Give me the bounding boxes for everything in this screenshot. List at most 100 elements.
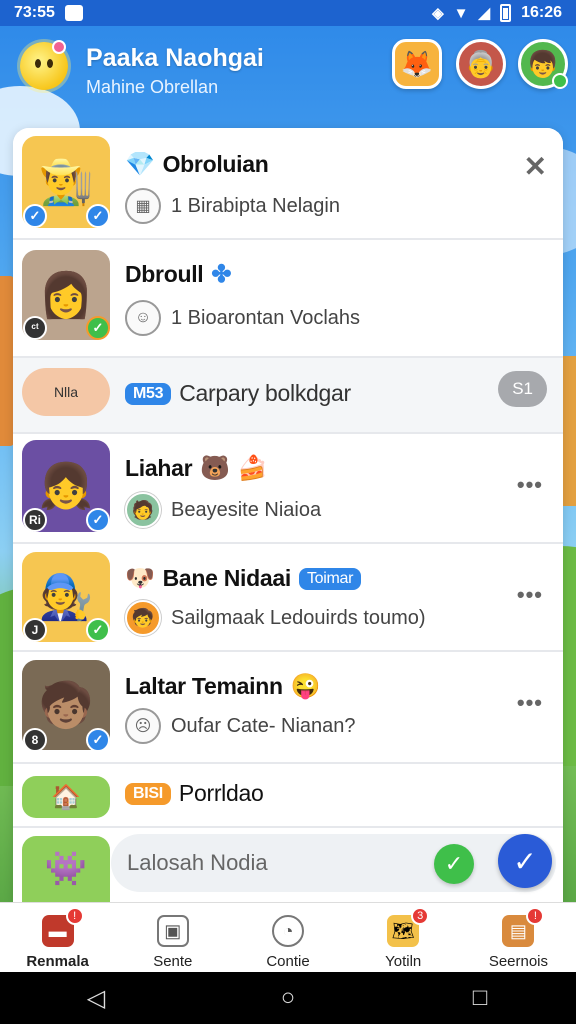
dog-icon: 🐶 [125, 565, 155, 592]
notification-dot-icon [52, 40, 66, 54]
grandma-avatar[interactable]: 👵 [456, 39, 506, 89]
nav-label: Renmala [26, 953, 89, 970]
header-title: Paaka Naohgai [86, 44, 264, 72]
chat-subtitle-text: 1 Bioarontan Voclahs [171, 306, 361, 329]
chat-subtitle-text: 1 Birabipta Nelagin [171, 194, 340, 217]
status-icons: ◈ ▼ ◢ 16:26 [432, 4, 562, 22]
more-options-button[interactable]: ••• [517, 582, 543, 608]
thumbnail-label: Nlla [53, 384, 79, 400]
nav-item-yotiln[interactable]: 🗺 3 Yotiln [346, 903, 461, 972]
avatar-mini-badge: ᶜᵗ [23, 316, 47, 340]
nav-label: Seernois [488, 953, 549, 970]
nav-item-sente[interactable]: ▣ Sente [115, 903, 230, 972]
map-face-icon: 🗺 3 [387, 907, 430, 947]
online-status-icon [552, 73, 568, 89]
badge-pill: BISI [125, 782, 171, 805]
nav-label: Yotiln [385, 953, 422, 970]
chat-title-text: Laltar Temainn [125, 673, 283, 699]
chat-subtitle: 🧑 Beayesite Niaioa [125, 492, 321, 528]
chat-list: 👨‍🌾 ✓ ✓ 💎 Obroluian ▦ 1 Birabipta Nelagi… [13, 128, 563, 902]
message-input[interactable] [127, 850, 427, 876]
nav-badge: 3 [411, 907, 430, 925]
fox-avatar[interactable]: 🦊 [392, 39, 442, 89]
vibrate-icon: ◈ [432, 5, 444, 22]
signal-icon: ◢ [478, 5, 491, 22]
wifi-icon: ▼ [453, 4, 469, 22]
count-tag[interactable]: S1 [498, 371, 547, 407]
chat-subtitle-text: Oufar Cate- Nianan? [171, 714, 356, 737]
boy-avatar[interactable]: 👦 [518, 39, 568, 89]
bottom-navigation: ▬ ! Renmala ▣ Sente ◔ Contie 🗺 3 Yotiln … [0, 902, 576, 972]
nav-item-seernois[interactable]: ▤ ! Seernois [461, 903, 576, 972]
more-options-button[interactable]: ••• [517, 472, 543, 498]
battery-icon [500, 4, 512, 22]
chat-row-carpary[interactable]: Nlla M53 Carpary bolkdgar S1 [13, 358, 563, 434]
ghost-face-icon: ☹ [125, 708, 161, 744]
chat-title-text: Carpary bolkdgar [179, 380, 351, 406]
nav-label: Contie [266, 953, 310, 970]
chat-row-dbroull[interactable]: 👩 ᶜᵗ ✓ Dbroull ✤ ☺ 1 Bioarontan Voclahs [13, 240, 563, 358]
chat-title: Laltar Temainn 😜 [125, 672, 321, 701]
confirm-check-button[interactable]: ✓ [434, 844, 474, 884]
nav-label: Sente [153, 953, 193, 970]
gem-icon: 💎 [125, 151, 155, 178]
robot-icon: ▦ [125, 188, 161, 224]
chat-row-liahar[interactable]: 👧 Ri ✓ Liahar 🐻 🍰 🧑 Beayesite Niaioa ••• [13, 434, 563, 544]
close-button[interactable]: ✕ [524, 150, 547, 183]
nav-item-contie[interactable]: ◔ Contie [230, 903, 345, 972]
header-subtitle: Mahine Obrellan [86, 77, 219, 97]
status-time: 73:55 [14, 4, 55, 21]
verified-icon: ✓ [23, 204, 47, 228]
more-options-button[interactable]: ••• [517, 690, 543, 716]
chat-row-laltar-temainn[interactable]: 🧒🏽 8 ✓ Laltar Temainn 😜 ☹ Oufar Cate- Ni… [13, 652, 563, 764]
nav-badge: ! [526, 907, 545, 925]
verified-icon: ✓ [86, 618, 110, 642]
contact-photo-icon: 🧑 [125, 492, 161, 528]
clock-icon: ◔ [272, 915, 304, 947]
nav-item-renmala[interactable]: ▬ ! Renmala [0, 903, 115, 972]
back-icon[interactable]: ◁ [66, 984, 126, 1013]
chat-subtitle-text: Beayesite Niaioa [171, 498, 322, 521]
avatar-mini-badge: J [23, 618, 47, 642]
chat-subtitle: 🧒 Sailgmaak Ledouirds toumo) [125, 600, 426, 636]
chat-row-obroluian[interactable]: 👨‍🌾 ✓ ✓ 💎 Obroluian ▦ 1 Birabipta Nelagi… [13, 128, 563, 240]
chat-title-text: Liahar [125, 455, 193, 481]
badge-pill: M53 [125, 382, 172, 405]
chat-title: 💎 Obroluian [125, 150, 269, 179]
chat-title: 🐶 Bane Nidaai Toimar [125, 564, 362, 593]
chat-subtitle-text: Sailgmaak Ledouirds toumo) [171, 606, 426, 629]
chat-subtitle: ☺ 1 Bioarontan Voclahs [125, 300, 360, 336]
status-clock: 16:26 [521, 4, 562, 21]
chat-title-text: Dbroull [125, 261, 204, 287]
face-icon: ☺ [125, 300, 161, 336]
send-button[interactable]: ✓ [498, 834, 552, 888]
message-composer: ✓ ✓ [111, 834, 556, 892]
chat-title: Dbroull ✤ [125, 260, 232, 289]
status-bar: 73:55 ◈ ▼ ◢ 16:26 [0, 0, 576, 26]
puzzle-icon: ✤ [211, 261, 232, 288]
chat-subtitle: ☹ Oufar Cate- Nianan? [125, 708, 356, 744]
verified-icon: ✓ [86, 316, 110, 340]
chat-row-porrldao[interactable]: 🏠 BISI Porrldao [13, 764, 563, 828]
title-badge: Toimar [298, 567, 362, 590]
document-icon: ▣ [156, 915, 189, 947]
verified-icon: ✓ [86, 508, 110, 532]
wink-face-icon: 😜 [290, 673, 321, 700]
chat-subtitle: ▦ 1 Birabipta Nelagin [125, 188, 340, 224]
home-icon[interactable]: ○ [258, 984, 318, 1012]
monster-avatar: 👾 [22, 836, 110, 902]
chest-icon: ▤ ! [502, 907, 545, 947]
chat-row-bane-nidaai[interactable]: 🧑‍🔧 J ✓ 🐶 Bane Nidaai Toimar 🧒 Sailgmaak… [13, 544, 563, 652]
bear-icon: 🐻 [200, 455, 230, 482]
chat-title-text: Bane Nidaai [162, 565, 292, 591]
verified-icon: ✓ [86, 204, 110, 228]
chat-title: BISI Porrldao [125, 780, 264, 807]
avatar-mini-badge: 8 [23, 728, 47, 752]
chat-title-text: Porrldao [178, 780, 264, 806]
recents-icon[interactable]: □ [450, 984, 510, 1012]
toolbox-icon: ▬ ! [41, 907, 84, 947]
app-notification-icon [64, 5, 83, 21]
treehouse-thumbnail: 🏠 [22, 776, 110, 818]
chat-title: Liahar 🐻 🍰 [125, 454, 268, 483]
contact-photo-icon: 🧒 [125, 600, 161, 636]
